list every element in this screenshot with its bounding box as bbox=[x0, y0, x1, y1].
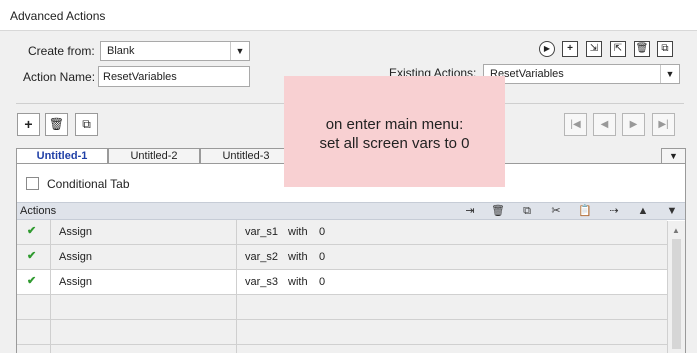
tab-untitled-2[interactable]: Untitled-2 bbox=[108, 148, 200, 164]
check-icon: ✔ bbox=[27, 225, 37, 237]
tab-untitled-3[interactable]: Untitled-3 bbox=[200, 148, 292, 164]
duplicate-icon[interactable]: ⧉ bbox=[657, 41, 673, 57]
insert-below-icon[interactable]: ⇢ bbox=[607, 204, 621, 218]
actions-header-bar: Actions ⇥ 🗑 ⧉ ✂ 📋 ⇢ ▲ ▼ bbox=[17, 202, 685, 220]
add-icon[interactable]: + bbox=[562, 41, 578, 57]
table-row[interactable] bbox=[17, 320, 667, 345]
tab-list-button[interactable]: ▼ bbox=[661, 148, 686, 164]
paste-icon[interactable]: 📋 bbox=[578, 204, 592, 218]
scroll-up-icon[interactable]: ▲ bbox=[672, 226, 680, 235]
move-up-icon[interactable]: ▲ bbox=[636, 204, 650, 218]
cut-icon[interactable]: ✂ bbox=[549, 204, 563, 218]
conditional-tab-label: Conditional Tab bbox=[47, 177, 130, 191]
chevron-down-icon: ▼ bbox=[230, 42, 249, 60]
annotation-note: on enter main menu: set all screen vars … bbox=[284, 76, 505, 187]
duplicate-decision-button[interactable]: ⧉ bbox=[75, 113, 98, 136]
insert-icon[interactable]: ⇥ bbox=[463, 204, 477, 218]
create-from-dropdown[interactable]: Blank ▼ bbox=[100, 41, 250, 61]
table-row[interactable]: ✔ Assign var_s3 with 0 bbox=[17, 270, 667, 295]
check-icon: ✔ bbox=[27, 250, 37, 262]
delete-icon: 🗑 bbox=[48, 117, 65, 131]
delete-icon[interactable]: 🗑 bbox=[491, 204, 505, 218]
add-icon: + bbox=[24, 116, 33, 132]
export-icon[interactable]: ⇱ bbox=[610, 41, 626, 57]
assign-value: 0 bbox=[319, 226, 326, 238]
table-row[interactable]: ✔ Assign var_s1 with 0 bbox=[17, 220, 667, 245]
actions-header: Actions bbox=[20, 205, 57, 217]
copy-icon[interactable]: ⧉ bbox=[520, 204, 534, 218]
action-name-value: ResetVariables bbox=[103, 71, 177, 83]
add-decision-button[interactable]: + bbox=[17, 113, 40, 136]
action-name-input[interactable]: ResetVariables bbox=[98, 66, 250, 87]
play-icon[interactable]: ▶ bbox=[539, 41, 555, 57]
duplicate-icon: ⧉ bbox=[82, 117, 91, 131]
action-cell: Assign bbox=[59, 251, 93, 263]
with-label: with bbox=[288, 251, 308, 263]
assign-value: 0 bbox=[319, 276, 326, 288]
note-line-1: on enter main menu: bbox=[325, 116, 464, 133]
target-variable: var_s3 bbox=[245, 276, 279, 288]
chevron-down-icon: ▼ bbox=[669, 151, 678, 161]
table-row[interactable]: ✔ Assign var_s2 with 0 bbox=[17, 245, 667, 270]
last-icon: ▶| bbox=[658, 119, 669, 130]
create-from-value: Blank bbox=[107, 45, 135, 57]
action-cell: Assign bbox=[59, 226, 93, 238]
assign-value: 0 bbox=[319, 251, 326, 263]
table-row[interactable] bbox=[17, 295, 667, 320]
move-down-icon[interactable]: ▼ bbox=[665, 204, 679, 218]
target-variable: var_s2 bbox=[245, 251, 279, 263]
first-decision-button[interactable]: |◀ bbox=[564, 113, 587, 136]
next-icon: ▶ bbox=[629, 119, 638, 130]
tab-untitled-1[interactable]: Untitled-1 bbox=[16, 148, 108, 164]
chevron-down-icon: ▼ bbox=[660, 65, 679, 83]
with-label: with bbox=[288, 226, 308, 238]
action-name-label: Action Name: bbox=[23, 70, 96, 84]
delete-decision-button[interactable]: 🗑 bbox=[45, 113, 68, 136]
previous-icon: ◀ bbox=[600, 119, 609, 130]
create-from-label: Create from: bbox=[28, 44, 95, 58]
table-row[interactable] bbox=[17, 345, 667, 353]
scroll-thumb[interactable] bbox=[672, 239, 681, 349]
last-decision-button[interactable]: ▶| bbox=[652, 113, 675, 136]
import-icon[interactable]: ⇲ bbox=[586, 41, 602, 57]
check-icon: ✔ bbox=[27, 275, 37, 287]
next-decision-button[interactable]: ▶ bbox=[622, 113, 645, 136]
target-variable: var_s1 bbox=[245, 226, 279, 238]
window-title: Advanced Actions bbox=[10, 9, 106, 23]
title-bar: Advanced Actions bbox=[0, 0, 697, 31]
first-icon: |◀ bbox=[570, 119, 581, 130]
with-label: with bbox=[288, 276, 308, 288]
note-line-2: set all screen vars to 0 bbox=[319, 135, 470, 152]
actions-scrollbar[interactable]: ▲ bbox=[667, 221, 685, 353]
existing-actions-dropdown[interactable]: ResetVariables ▼ bbox=[483, 64, 680, 84]
previous-decision-button[interactable]: ◀ bbox=[593, 113, 616, 136]
delete-icon[interactable]: 🗑 bbox=[634, 41, 650, 57]
conditional-tab-checkbox[interactable] bbox=[26, 177, 39, 190]
action-cell: Assign bbox=[59, 276, 93, 288]
